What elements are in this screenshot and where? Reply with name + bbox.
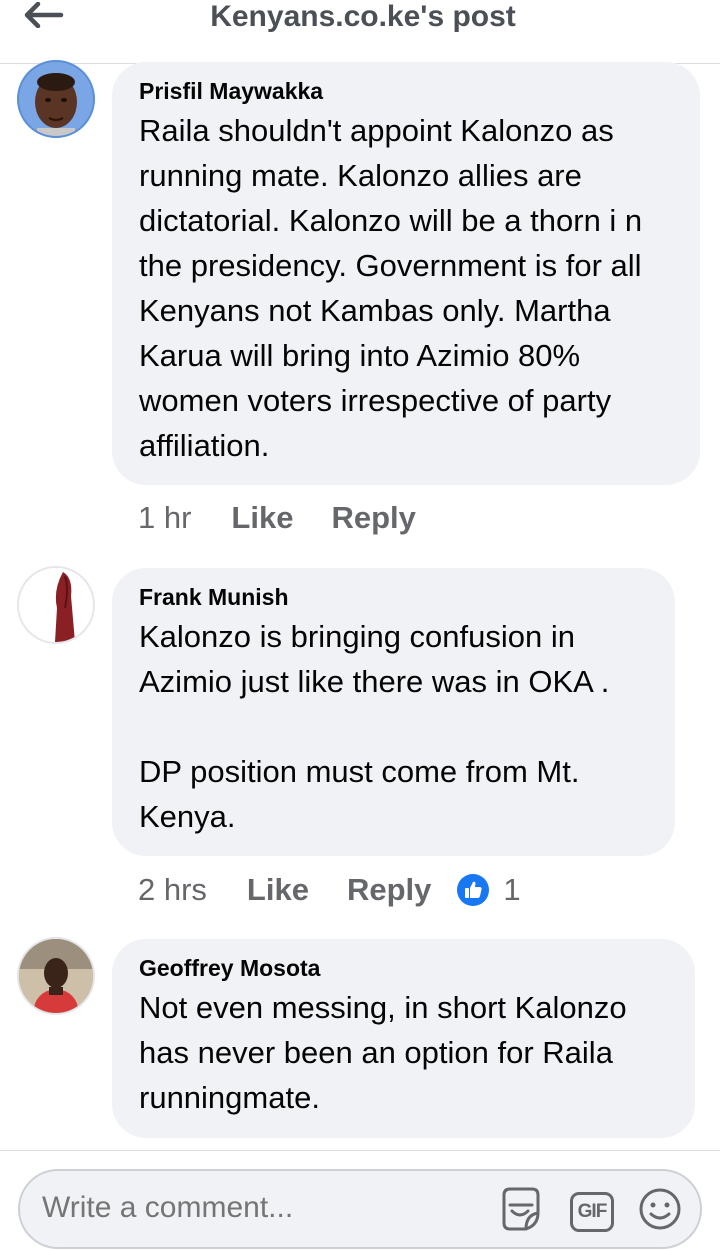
comment-text: Raila shouldn't appoint Kalonzo as runni… [139, 113, 643, 463]
comment-input[interactable] [42, 1191, 482, 1225]
composer-actions: GIF [496, 1185, 682, 1238]
page-title: Kenyans.co.ke's post [210, 0, 516, 33]
reaction-summary[interactable]: 1 [457, 872, 521, 908]
comment-text: Not even messing, in short Kalonzo has n… [139, 990, 627, 1115]
comment-composer: GIF [0, 1150, 720, 1250]
sticker-icon[interactable] [496, 1185, 546, 1238]
gif-button[interactable]: GIF [570, 1191, 614, 1232]
comment-author[interactable]: Frank Munish [139, 582, 649, 612]
thumbs-up-icon [457, 874, 490, 906]
comment-text: Kalonzo is bringing confusion in Azimio … [139, 619, 610, 834]
avatar[interactable] [17, 566, 95, 644]
comment-input-box[interactable]: GIF [18, 1169, 702, 1249]
avatar-image [19, 62, 93, 136]
avatar-image [19, 939, 93, 1013]
reply-button[interactable]: Reply [331, 500, 415, 536]
comment-author[interactable]: Prisfil Maywakka [139, 76, 674, 106]
comment-bubble[interactable]: Prisfil Maywakka Raila shouldn't appoint… [112, 62, 700, 485]
like-button[interactable]: Like [231, 500, 293, 536]
like-button[interactable]: Like [247, 872, 309, 908]
emoji-icon[interactable] [638, 1187, 682, 1236]
reaction-count: 1 [503, 872, 521, 907]
avatar[interactable] [17, 937, 95, 1015]
comment-bubble[interactable]: Geoffrey Mosota Not even messing, in sho… [112, 939, 695, 1138]
comment-time[interactable]: 2 hrs [138, 872, 207, 908]
post-header: Kenyans.co.ke's post [0, 0, 720, 64]
avatar-image [19, 568, 93, 642]
comment-author[interactable]: Geoffrey Mosota [139, 953, 669, 983]
avatar[interactable] [17, 60, 95, 138]
comment-actions: 1 hr Like Reply [138, 500, 454, 536]
comment-time[interactable]: 1 hr [138, 500, 191, 536]
comment-actions: 2 hrs Like Reply 1 [138, 872, 521, 908]
comment-bubble[interactable]: Frank Munish Kalonzo is bringing confusi… [112, 568, 675, 856]
reply-button[interactable]: Reply [347, 872, 431, 908]
